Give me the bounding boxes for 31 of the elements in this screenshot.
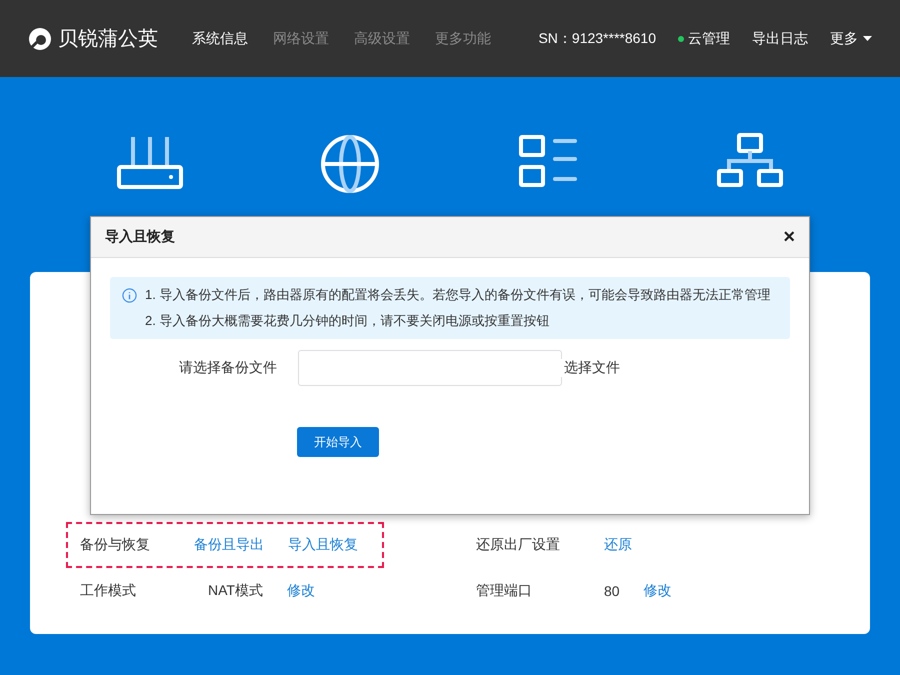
file-label: 请选择备份文件 (179, 359, 278, 377)
start-import-button[interactable]: 开始导入 (297, 427, 379, 457)
close-button[interactable]: × (783, 226, 795, 248)
setting-label: 备份与恢复 (80, 536, 151, 554)
serial-number: SN：9123****8610 (538, 30, 656, 48)
nav-tab[interactable]: 系统信息 (192, 30, 248, 48)
more-menu[interactable]: 更多 (830, 30, 858, 48)
logo-icon (28, 26, 52, 50)
setting-value: NAT模式 (208, 582, 263, 600)
setting-value: 80 (604, 583, 620, 599)
setting-link[interactable]: 还原 (604, 536, 632, 554)
setting-link[interactable]: 修改 (644, 582, 672, 600)
notice-text: 1. 导入备份文件后，路由器原有的配置将会丢失。若您导入的备份文件有误，可能会导致路由器无法正常管理 (145, 286, 770, 304)
setting-link[interactable]: 修改 (286, 582, 315, 600)
nav-tab[interactable]: 高级设置 (354, 30, 410, 48)
notice-text: 2. 导入备份大概需要花费几分钟的时间，请不要关闭电源或按重置按钮 (145, 312, 550, 330)
caret-icon (863, 36, 872, 41)
dialog-title: 导入且恢复 (105, 228, 175, 246)
info-icon (122, 288, 137, 303)
brand-name: 贝锐蒲公英 (58, 27, 158, 52)
setting-link[interactable]: 导入且恢复 (288, 536, 358, 554)
logo[interactable]: 贝锐蒲公英 (28, 25, 158, 52)
export-log-link[interactable]: 导出日志 (752, 30, 808, 48)
setting-label: 管理端口 (476, 582, 533, 600)
setting-label: 还原出厂设置 (476, 536, 561, 554)
nav-tab[interactable]: 网络设置 (273, 30, 329, 48)
file-input[interactable] (298, 350, 562, 386)
setting-label: 工作模式 (80, 582, 137, 600)
setting-link[interactable]: 备份且导出 (194, 536, 264, 554)
nav-tab[interactable]: 更多功能 (435, 30, 491, 48)
cloud-link[interactable]: 云管理 (688, 30, 730, 48)
